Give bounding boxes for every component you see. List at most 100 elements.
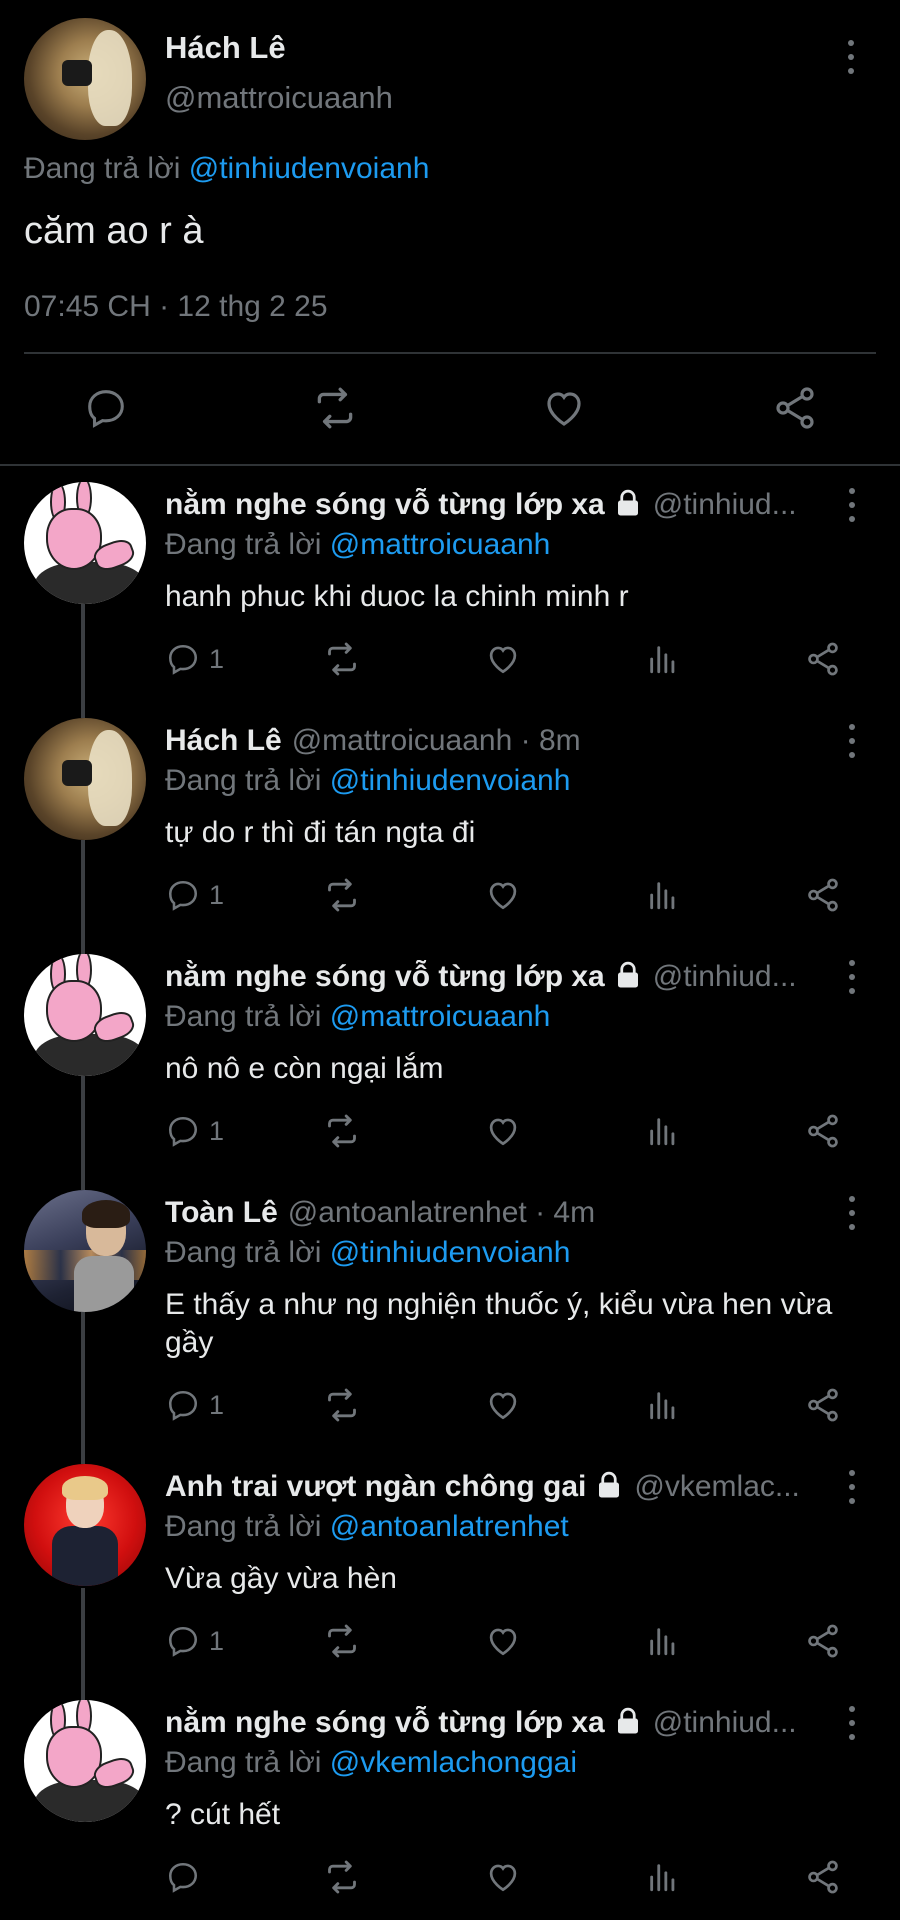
author-name[interactable]: Anh trai vượt ngàn chông gai xyxy=(165,1470,586,1504)
share-icon[interactable] xyxy=(765,378,825,438)
avatar[interactable] xyxy=(24,718,146,840)
retweet-icon xyxy=(328,1860,356,1894)
author-handle[interactable]: @vkemlac... xyxy=(634,1470,799,1504)
reply-tweet[interactable]: nằm nghe sóng vỗ từng lớp xa @tinhiud...… xyxy=(0,482,900,682)
views-button[interactable] xyxy=(646,1616,680,1666)
like-button[interactable] xyxy=(484,1106,522,1156)
reply-button[interactable]: 1 xyxy=(165,1106,224,1156)
like-button[interactable] xyxy=(484,1852,522,1902)
reply-button[interactable]: 1 xyxy=(165,870,224,920)
reply-actions: 1 xyxy=(0,870,900,920)
like-button[interactable] xyxy=(484,870,522,920)
main-tweet: Hách Lê @mattroicuaanh Đang trả lời @tin… xyxy=(0,0,900,466)
retweet-button[interactable] xyxy=(322,1852,362,1902)
author-handle[interactable]: @tinhiud... xyxy=(653,1706,797,1740)
replying-to-link[interactable]: @antoanlatrenhet xyxy=(330,1510,569,1543)
replying-to-link[interactable]: @mattroicuaanh xyxy=(330,1000,551,1033)
replying-to-link[interactable]: @tinhiudenvoianh xyxy=(330,1236,571,1269)
more-icon[interactable] xyxy=(842,960,862,994)
reply-text: tự do r thì đi tán ngta đi xyxy=(165,816,476,849)
replying-to-link[interactable]: @tinhiudenvoianh xyxy=(189,152,430,185)
reply-tweet[interactable]: nằm nghe sóng vỗ từng lớp xa @tinhiud...… xyxy=(0,954,900,1154)
like-button[interactable] xyxy=(484,634,522,684)
reply-tweet[interactable]: Hách Lê @mattroicuaanh · 8m Đang trả lời… xyxy=(0,718,900,918)
reply-button[interactable]: 1 xyxy=(165,634,224,684)
retweet-button[interactable] xyxy=(322,634,362,684)
share-icon xyxy=(808,1388,838,1422)
author-name[interactable]: Hách Lê xyxy=(165,30,286,66)
views-button[interactable] xyxy=(646,1380,680,1430)
views-button[interactable] xyxy=(646,1852,680,1902)
avatar[interactable] xyxy=(24,1464,146,1586)
avatar[interactable] xyxy=(24,954,146,1076)
share-button[interactable] xyxy=(804,1616,842,1666)
replying-to-link[interactable]: @mattroicuaanh xyxy=(330,528,551,561)
author-handle[interactable]: @tinhiud... xyxy=(653,960,797,994)
retweet-button[interactable] xyxy=(322,870,362,920)
reply-actions: 1 xyxy=(0,1616,900,1666)
avatar[interactable] xyxy=(24,1190,146,1312)
avatar[interactable] xyxy=(24,18,146,140)
retweet-icon xyxy=(328,878,356,912)
reply-tweet[interactable]: Toàn Lê @antoanlatrenhet · 4m Đang trả l… xyxy=(0,1190,900,1430)
views-button[interactable] xyxy=(646,634,680,684)
like-button[interactable] xyxy=(484,1616,522,1666)
views-button[interactable] xyxy=(646,870,680,920)
share-button[interactable] xyxy=(804,870,842,920)
share-button[interactable] xyxy=(804,1380,842,1430)
more-icon[interactable] xyxy=(841,40,861,74)
reply-tweet[interactable]: nằm nghe sóng vỗ từng lớp xa @tinhiud...… xyxy=(0,1700,900,1910)
reply-tweet[interactable]: Anh trai vượt ngàn chông gai @vkemlac...… xyxy=(0,1464,900,1664)
author-handle[interactable]: @mattroicuaanh xyxy=(165,80,393,116)
replying-prefix: Đang trả lời xyxy=(165,1746,322,1779)
replying-prefix: Đang trả lời xyxy=(165,528,322,561)
retweet-button[interactable] xyxy=(322,1616,362,1666)
like-button[interactable] xyxy=(484,1380,522,1430)
retweet-icon xyxy=(328,1388,356,1422)
reply-button[interactable]: 1 xyxy=(165,1616,224,1666)
author-name[interactable]: Toàn Lê xyxy=(165,1196,278,1230)
author-name[interactable]: nằm nghe sóng vỗ từng lớp xa xyxy=(165,1706,605,1740)
reply-icon xyxy=(168,1116,198,1147)
retweet-button[interactable] xyxy=(322,1380,362,1430)
like-icon[interactable] xyxy=(534,378,594,438)
more-icon[interactable] xyxy=(842,1470,862,1504)
author-handle[interactable]: @mattroicuaanh · 8m xyxy=(292,724,581,758)
reply-icon[interactable] xyxy=(76,378,136,438)
tweet-actions xyxy=(0,378,900,438)
avatar[interactable] xyxy=(24,1700,146,1822)
more-icon[interactable] xyxy=(842,724,862,758)
reply-text: nô nô e còn ngại lắm xyxy=(165,1052,444,1085)
more-icon[interactable] xyxy=(842,488,862,522)
views-button[interactable] xyxy=(646,1106,680,1156)
share-button[interactable] xyxy=(804,1852,842,1902)
author-handle[interactable]: @antoanlatrenhet · 4m xyxy=(288,1196,595,1230)
avatar[interactable] xyxy=(24,482,146,604)
replying-to-link[interactable]: @tinhiudenvoianh xyxy=(330,764,571,797)
author-handle[interactable]: @tinhiud... xyxy=(653,488,797,522)
reply-count: 1 xyxy=(209,1115,225,1146)
share-icon xyxy=(808,1624,838,1658)
more-icon[interactable] xyxy=(842,1196,862,1230)
author-name[interactable]: nằm nghe sóng vỗ từng lớp xa xyxy=(165,960,605,994)
tweet-timestamp[interactable]: 07:45 CH · 12 thg 2 25 xyxy=(24,290,328,324)
author-name[interactable]: nằm nghe sóng vỗ từng lớp xa xyxy=(165,488,605,522)
retweet-icon xyxy=(328,1114,356,1148)
like-icon xyxy=(489,1864,517,1892)
reply-icon xyxy=(168,644,198,675)
replying-to: Đang trả lời @tinhiudenvoianh xyxy=(165,764,570,798)
more-icon[interactable] xyxy=(842,1706,862,1740)
replying-prefix: Đang trả lời xyxy=(165,1510,322,1543)
reply-header: nằm nghe sóng vỗ từng lớp xa @tinhiud... xyxy=(165,488,820,522)
retweet-button[interactable] xyxy=(322,1106,362,1156)
share-button[interactable] xyxy=(804,1106,842,1156)
replying-to-link[interactable]: @vkemlachonggai xyxy=(330,1746,577,1779)
retweet-icon[interactable] xyxy=(305,378,365,438)
reply-button[interactable]: 1 xyxy=(165,1380,224,1430)
share-icon xyxy=(808,1860,838,1894)
reply-button[interactable] xyxy=(165,1852,209,1902)
share-button[interactable] xyxy=(804,634,842,684)
reply-icon xyxy=(168,1390,198,1421)
author-name[interactable]: Hách Lê xyxy=(165,724,282,758)
reply-header: nằm nghe sóng vỗ từng lớp xa @tinhiud... xyxy=(165,960,820,994)
